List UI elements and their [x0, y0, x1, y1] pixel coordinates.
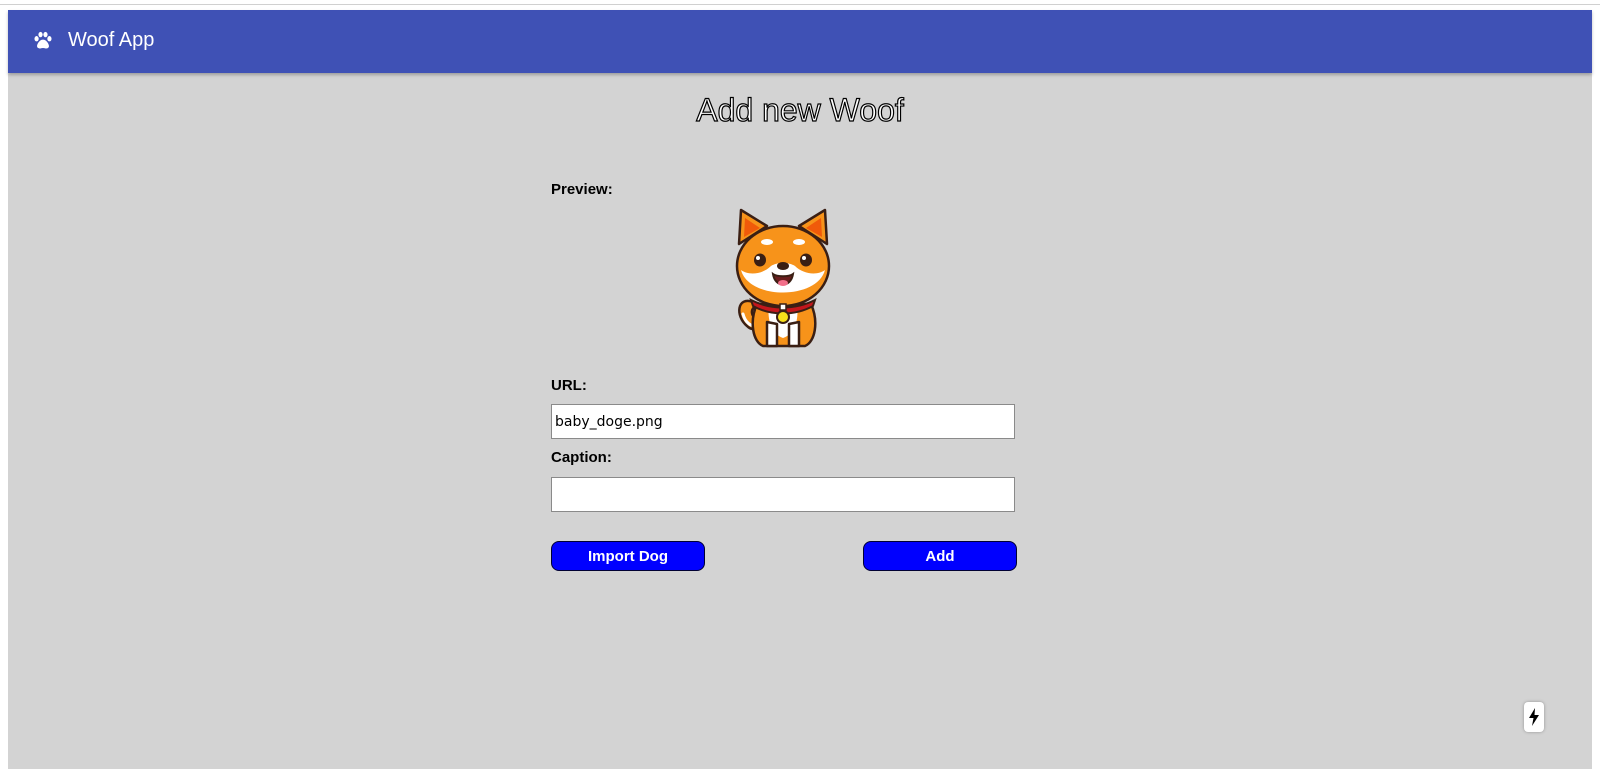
browser-top-strip: [0, 0, 1600, 5]
page-viewport: Woof App Add new Woof Preview: URL: baby…: [8, 10, 1592, 769]
lightning-bolt-icon: [1529, 708, 1539, 726]
paw-icon: [34, 31, 52, 49]
app-title: Woof App: [68, 29, 155, 51]
dog-preview-image: [735, 208, 831, 348]
preview-label: Preview:: [551, 181, 613, 198]
dev-tools-badge[interactable]: [1524, 702, 1544, 732]
page-title: Add new Woof: [696, 91, 905, 128]
caption-label: Caption:: [551, 449, 612, 466]
url-input[interactable]: [551, 404, 1015, 439]
import-dog-button[interactable]: Import Dog: [551, 541, 705, 571]
app-bar: Woof App: [8, 10, 1592, 73]
caption-input[interactable]: [551, 477, 1015, 512]
add-button[interactable]: Add: [863, 541, 1017, 571]
url-label: URL:: [551, 377, 587, 394]
